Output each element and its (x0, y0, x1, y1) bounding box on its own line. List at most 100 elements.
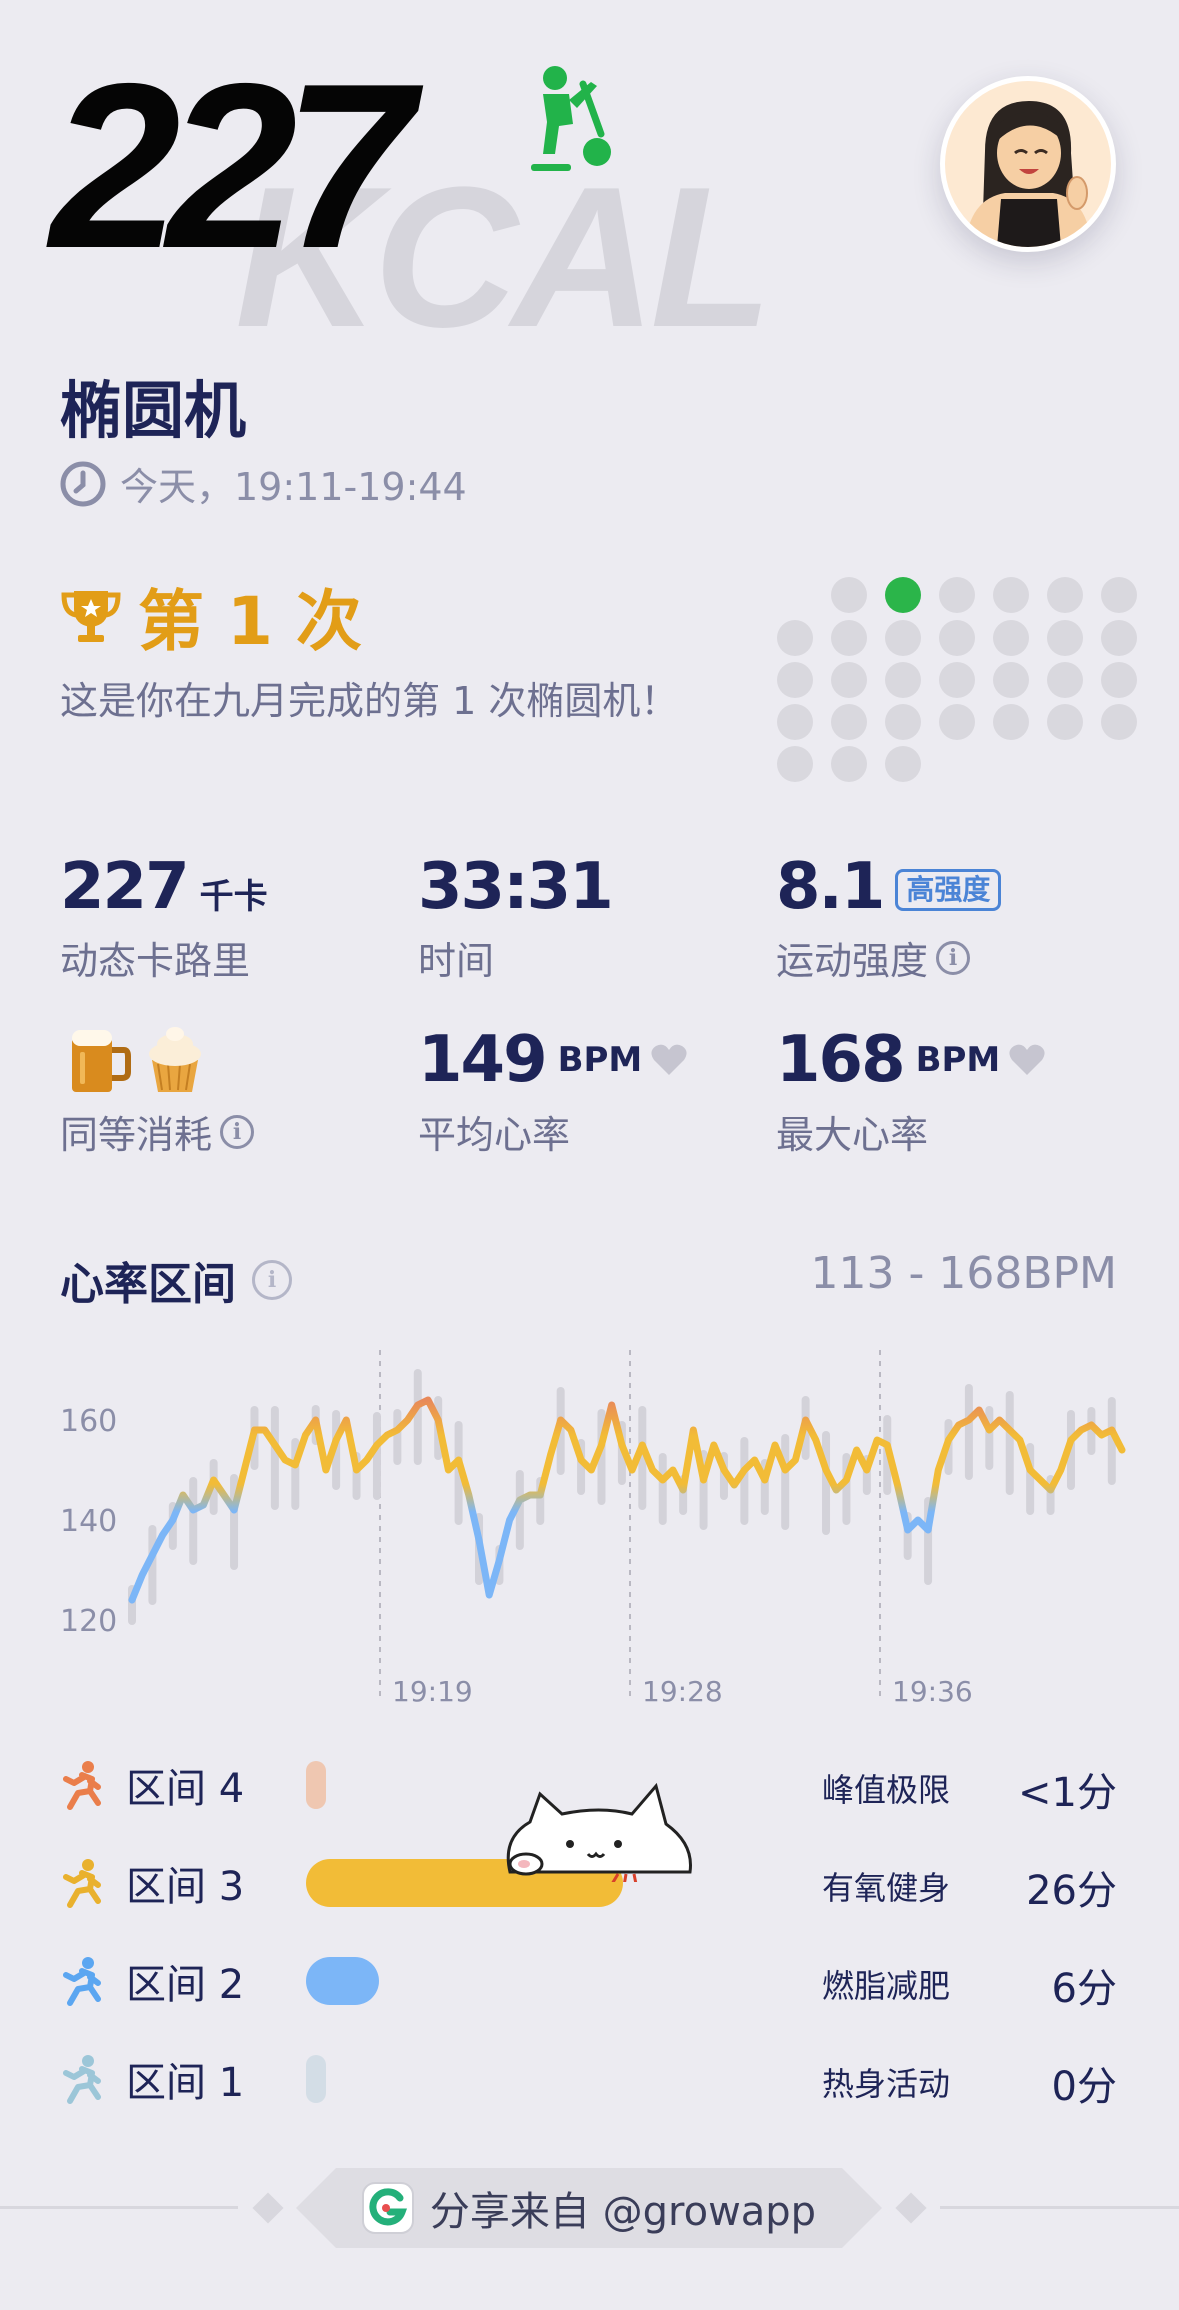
zone-description: 有氧健身 (822, 1869, 951, 1907)
calendar-dot (1047, 577, 1083, 613)
zone-bar (306, 1761, 326, 1809)
workout-title: 椭圆机 (60, 374, 247, 447)
achievement-row: 第 1 次 (60, 568, 362, 664)
share-footer-text: 分享来自 @growapp (429, 2189, 817, 2235)
hr-range-bar (189, 1477, 198, 1565)
equivalent-info-icon[interactable]: i (220, 1114, 255, 1149)
calendar-dot (993, 577, 1029, 613)
trophy-icon (61, 591, 121, 642)
calendar-dot (831, 620, 867, 656)
avatar[interactable] (940, 76, 1116, 252)
runner-icon (63, 1761, 101, 1810)
intensity-info-icon[interactable]: i (936, 940, 971, 975)
zone-row[interactable]: 区间 2 (60, 1951, 244, 2011)
hr-range-bar (781, 1434, 790, 1530)
zone-minutes: <1分 (1018, 1770, 1117, 1816)
zone-minutes: 0分 (1051, 2064, 1117, 2110)
calendar-dot (831, 746, 867, 782)
calendar-dot (885, 746, 921, 782)
hr-range-bar (413, 1369, 422, 1465)
calendar-dot (993, 620, 1029, 656)
hr-range-bar (964, 1384, 973, 1480)
zone-minutes: 26分 (1026, 1868, 1117, 1914)
heart-rate-title: 心率区间 (60, 1259, 236, 1310)
footer-divider (0, 2206, 238, 2209)
zone-row[interactable]: 区间 3 (60, 1853, 244, 1913)
calendar-dot (777, 704, 813, 740)
heart-rate-chart: 160 140 120 19:19 19:28 19:36 (60, 1350, 1126, 1708)
avg-hr-unit: BPM (557, 1040, 643, 1080)
heart-rate-info-icon[interactable]: i (252, 1260, 292, 1300)
cupcake-icon (149, 1027, 201, 1092)
intensity-badge: 高强度 (895, 869, 1002, 912)
calendar-dot (993, 662, 1029, 698)
equivalent-label-row: 同等消耗 i (60, 1104, 255, 1159)
calendar-dot (939, 577, 975, 613)
zone-name: 区间 1 (126, 2060, 245, 2106)
equivalent-icons (66, 1024, 208, 1096)
calendar-dot (1047, 704, 1083, 740)
workout-time-row: 今天，19:11-19:44 (60, 456, 467, 511)
zone-name: 区间 2 (126, 1962, 245, 2008)
intensity-label-row: 运动强度 i (776, 930, 971, 985)
zone-bar (306, 2055, 326, 2103)
heart-rate-line (128, 1396, 1126, 1604)
x-tick-label: 19:28 (642, 1675, 723, 1708)
calendar-dot (831, 704, 867, 740)
hr-range-bar (985, 1406, 994, 1470)
hr-range-bar (1005, 1391, 1014, 1495)
share-footer[interactable]: 分享来自 @growapp (296, 2168, 882, 2248)
avg-hr-stat: 149 BPM (418, 1028, 688, 1092)
calendar-dot (1101, 662, 1137, 698)
calories-value: 227 (60, 850, 190, 924)
calendar-dot (1047, 662, 1083, 698)
hr-range-bar (393, 1409, 402, 1465)
calendar-dot (777, 662, 813, 698)
calendar-dot (831, 577, 867, 613)
intensity-stat: 8.1 高强度 (776, 855, 1002, 919)
achievement-rank: 第 1 次 (138, 583, 362, 660)
calendar-dot (1101, 620, 1137, 656)
calendar-dot (1047, 620, 1083, 656)
beer-icon (72, 1030, 131, 1092)
zone-description: 热身活动 (822, 2065, 951, 2103)
avatar-illustration (965, 101, 1091, 247)
runner-icon (63, 2055, 101, 2104)
runner-icon (63, 1859, 101, 1908)
runner-icon (63, 1957, 101, 2006)
hr-range-bar (658, 1453, 667, 1525)
zone-bar (306, 1957, 380, 2005)
hr-range-bar (270, 1406, 279, 1510)
calendar-dot (939, 704, 975, 740)
max-hr-stat: 168 BPM (776, 1028, 1046, 1092)
intensity-value: 8.1 (776, 850, 885, 924)
duration-value: 33:31 (418, 850, 614, 924)
zone-row[interactable]: 区间 1 (60, 2049, 244, 2109)
heart-icon (651, 1044, 687, 1075)
calorie-hero-number: 227 (50, 34, 414, 297)
max-hr-label: 最大心率 (776, 1113, 929, 1157)
hr-range-bar (372, 1412, 381, 1500)
hr-range-bar (740, 1437, 749, 1525)
equivalent-label: 同等消耗 (60, 1113, 213, 1157)
calories-unit: 千卡 (199, 877, 268, 917)
calendar-dot (993, 704, 1029, 740)
footer-diamond (252, 2192, 284, 2224)
calendar-dot (1101, 704, 1137, 740)
zone-row[interactable]: 区间 4 (60, 1755, 244, 1815)
calendar-dot (1101, 577, 1137, 613)
zone-name: 区间 3 (126, 1864, 245, 1910)
zone-name: 区间 4 (126, 1766, 245, 1812)
elliptical-icon (531, 66, 611, 171)
calendar-dot (939, 620, 975, 656)
footer-diamond (895, 2192, 927, 2224)
cat-illustration (506, 1782, 692, 1882)
intensity-label: 运动强度 (776, 939, 929, 983)
x-tick-label: 19:36 (892, 1675, 973, 1708)
heart-icon (1009, 1044, 1045, 1075)
avg-hr-value: 149 (418, 1023, 548, 1097)
calendar-dot (885, 704, 921, 740)
achievement-description: 这是你在九月完成的第 1 次椭圆机！ (60, 679, 679, 723)
heart-rate-range: 113 - 168BPM (810, 1248, 1118, 1299)
calories-label: 动态卡路里 (60, 939, 251, 983)
